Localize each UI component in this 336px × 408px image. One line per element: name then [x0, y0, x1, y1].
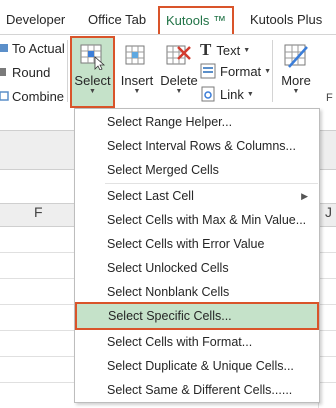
menu-item-select-same-different[interactable]: Select Same & Different Cells...... [76, 378, 318, 402]
select-dropdown-icon: ▼ [89, 88, 96, 95]
format-button[interactable]: Format ▼ [200, 63, 271, 79]
ribbon-separator [67, 40, 68, 102]
ribbon-cut-letter: F [326, 92, 333, 104]
menu-item-label: Select Last Cell [107, 189, 194, 203]
to-actual-label: To Actual [12, 40, 65, 56]
round-label: Round [12, 64, 51, 80]
combine-icon [0, 91, 9, 101]
text-icon: T [200, 40, 212, 59]
insert-label: Insert [120, 73, 154, 88]
menu-item-select-unlocked-cells[interactable]: Select Unlocked Cells [76, 256, 318, 280]
delete-button[interactable]: Delete ▼ [160, 40, 198, 102]
menu-item-select-error-value[interactable]: Select Cells with Error Value [76, 232, 318, 256]
menu-item-select-merged-cells[interactable]: Select Merged Cells [76, 158, 318, 182]
more-label: More [281, 73, 311, 88]
text-dropdown-icon: ▼ [243, 46, 251, 54]
menu-item-select-cells-with-format[interactable]: Select Cells with Format... [76, 330, 318, 354]
format-dropdown-icon: ▼ [264, 67, 272, 75]
format-icon [200, 63, 216, 79]
insert-icon [125, 45, 145, 65]
menu-item-select-specific-cells[interactable]: Select Specific Cells... [75, 302, 319, 330]
select-label: Select [74, 73, 111, 88]
link-icon [201, 86, 215, 102]
text-label: Text [216, 42, 241, 58]
ribbon-tab-bar: Developer Office Tab Kutools ™ Kutools P… [0, 0, 336, 36]
column-header-j[interactable]: J [325, 204, 332, 220]
menu-item-select-duplicate-unique[interactable]: Select Duplicate & Unique Cells... [76, 354, 318, 378]
link-button[interactable]: Link ▼ [200, 86, 254, 102]
to-actual-button[interactable]: To Actual [0, 38, 65, 58]
delete-icon [166, 45, 191, 65]
menu-item-select-max-min-value[interactable]: Select Cells with Max & Min Value... [76, 208, 318, 232]
link-dropdown-icon: ▼ [246, 90, 254, 98]
select-icon [80, 44, 105, 70]
combine-label: Combine [12, 88, 65, 104]
menu-item-select-range-helper[interactable]: Select Range Helper... [76, 110, 318, 134]
menu-item-select-nonblank-cells[interactable]: Select Nonblank Cells [76, 280, 318, 304]
delete-dropdown-icon: ▼ [175, 88, 183, 95]
menu-item-select-last-cell[interactable]: Select Last Cell ▶ [76, 184, 318, 208]
more-dropdown-icon: ▼ [292, 88, 300, 95]
combine-button[interactable]: Combine [0, 86, 64, 106]
column-header-f[interactable]: F [34, 204, 43, 220]
tab-kutools-plus[interactable]: Kutools Plus [250, 12, 322, 27]
to-actual-icon [0, 44, 8, 52]
select-button[interactable]: Select ▼ [70, 36, 115, 108]
menu-item-select-interval-rows-columns[interactable]: Select Interval Rows & Columns... [76, 134, 318, 158]
tab-developer[interactable]: Developer [6, 12, 65, 27]
format-label: Format [220, 63, 262, 79]
round-button[interactable]: Round [0, 62, 50, 82]
select-dropdown-menu: Select Range Helper... Select Interval R… [74, 108, 320, 403]
submenu-arrow-icon: ▶ [301, 191, 308, 201]
insert-button[interactable]: Insert ▼ [120, 40, 154, 102]
link-label: Link [220, 86, 244, 102]
more-icon [284, 44, 308, 68]
more-button[interactable]: More ▼ [278, 40, 314, 102]
text-button[interactable]: T Text ▼ [200, 40, 250, 60]
insert-dropdown-icon: ▼ [133, 88, 141, 95]
ribbon-separator [272, 40, 273, 102]
tab-kutools[interactable]: Kutools ™ [158, 6, 234, 34]
round-icon [0, 68, 6, 76]
delete-label: Delete [160, 73, 198, 88]
tab-office-tab[interactable]: Office Tab [88, 12, 146, 27]
